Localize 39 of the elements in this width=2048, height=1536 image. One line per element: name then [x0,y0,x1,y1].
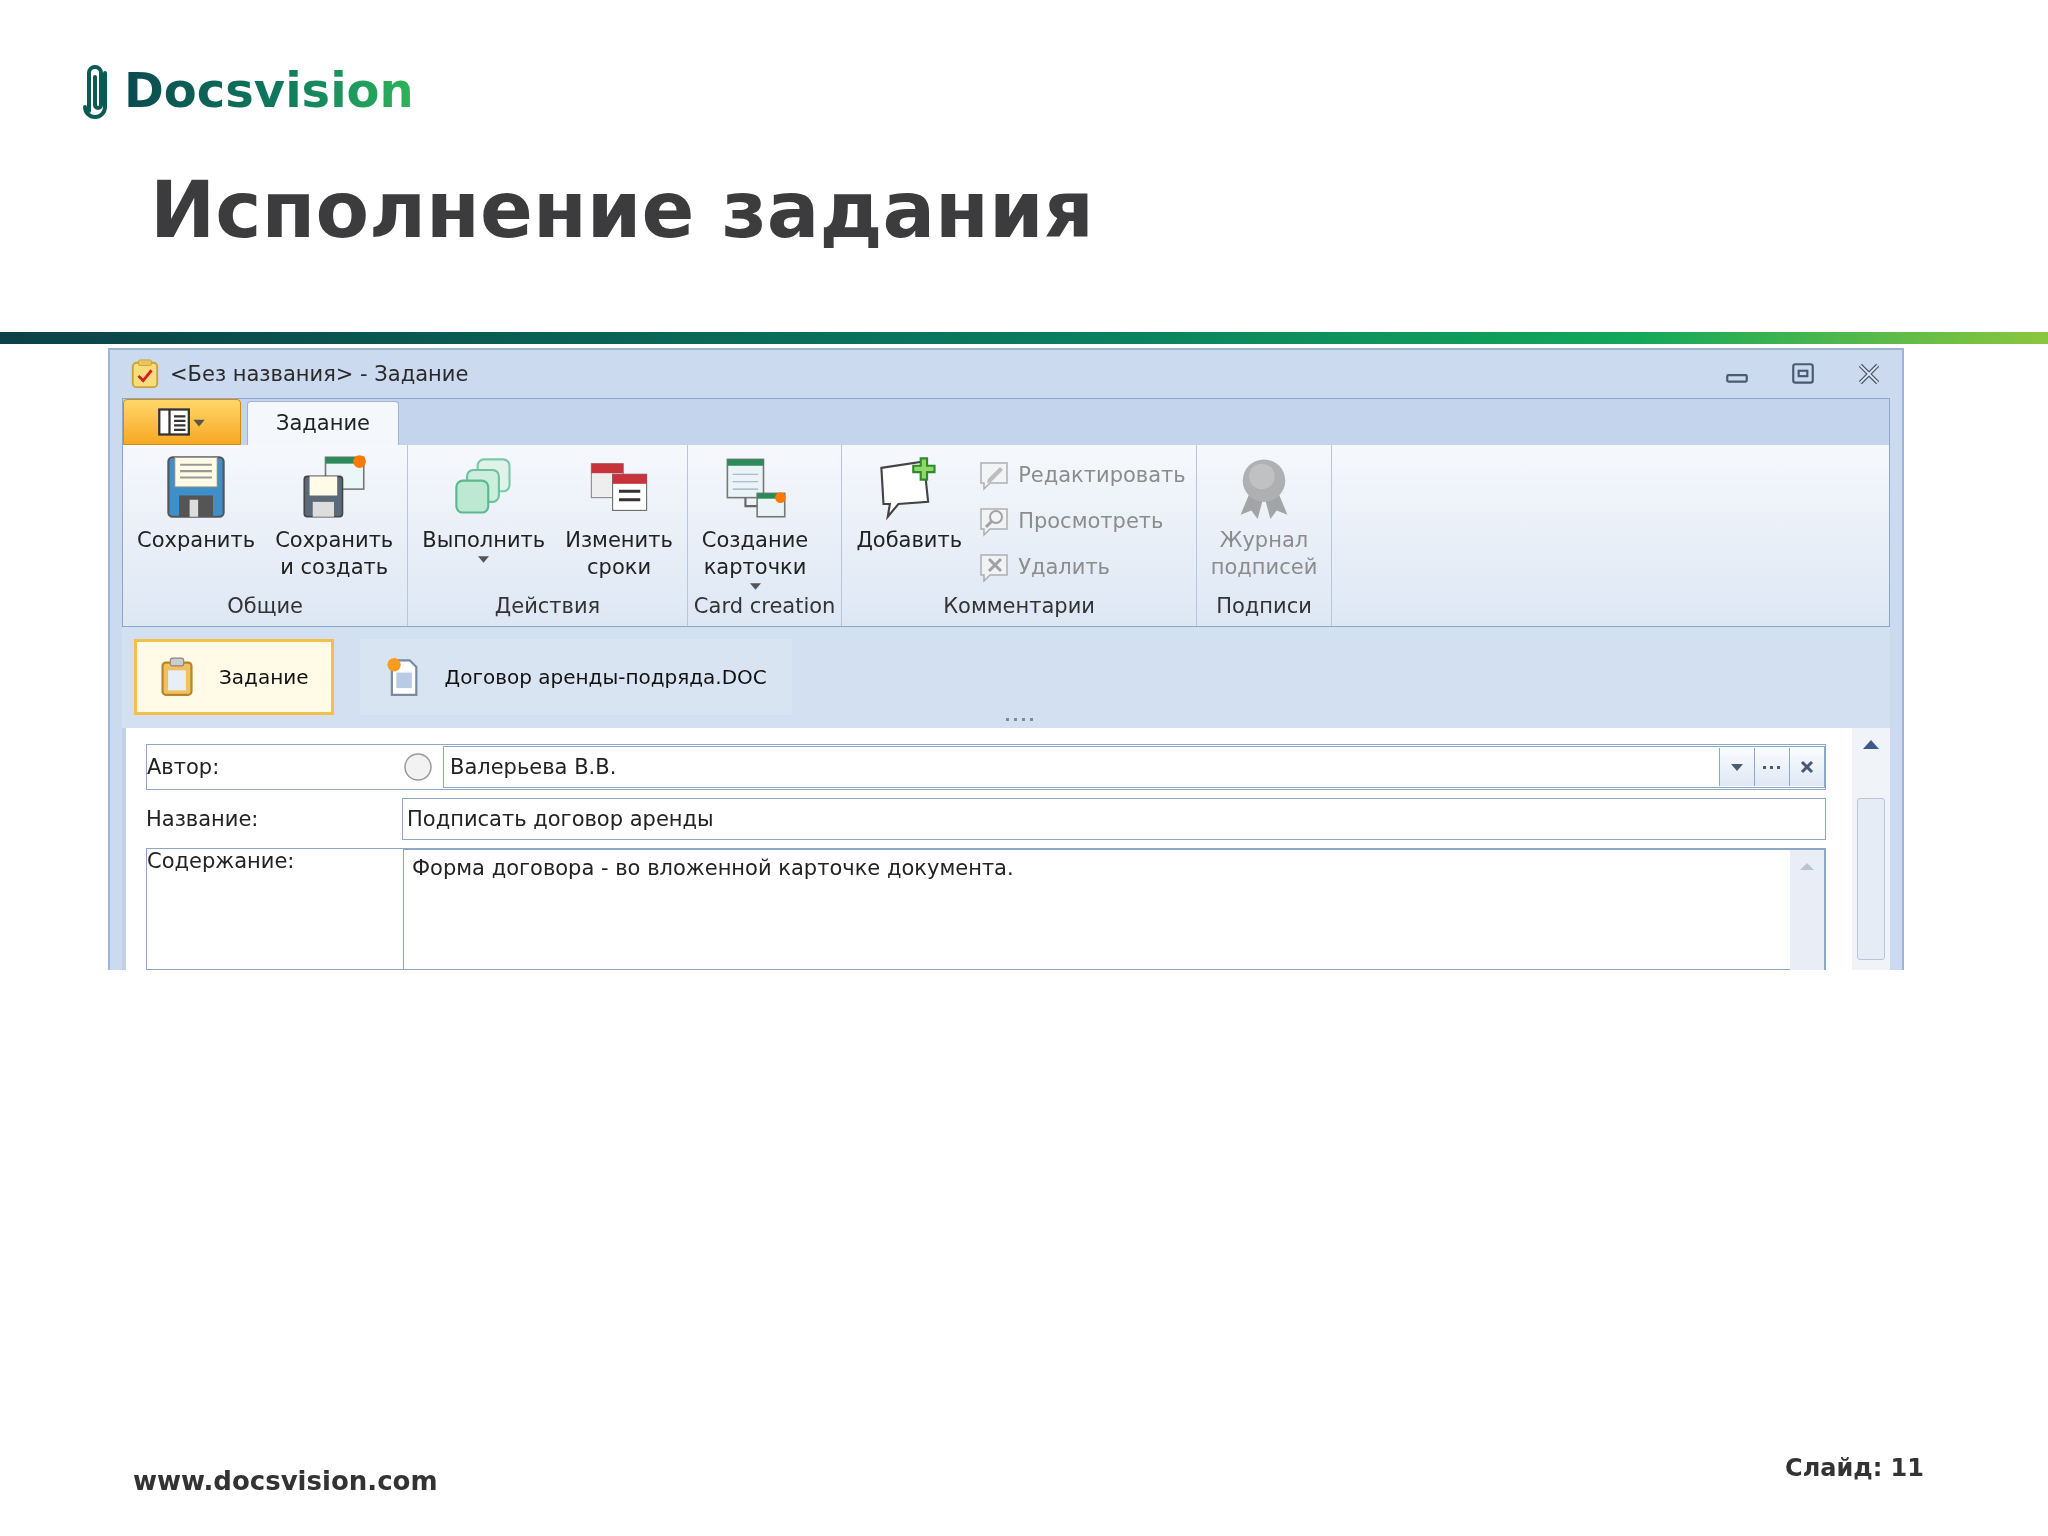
field-label: Автор: [147,755,221,779]
ribbon-button[interactable]: Добавить [848,452,971,590]
group-label: Card creation [693,592,836,620]
scrollbar[interactable] [1852,728,1890,970]
ribbon-button[interactable]: Сохранить и создать [267,452,402,590]
clear-button[interactable] [1789,748,1824,786]
clipboard-icon [159,657,195,698]
ribbon-button[interactable]: Изменить сроки [557,452,681,590]
website-url: www.docsvision.com [133,1466,438,1496]
card-tab[interactable]: Договор аренды-подряда.DOC [359,639,792,716]
title-field[interactable]: Подписать договор аренды [402,798,1826,840]
scroll-up-icon[interactable] [1861,738,1881,750]
window-title: <Без названия> - Задание [170,361,469,386]
menu-icon [157,406,207,437]
floppy-card-icon [300,452,369,521]
card-tab[interactable]: Задание [134,639,334,716]
slide-title: Исполнение задания [150,164,1095,257]
group-label: Действия [493,592,602,620]
scrollbar[interactable] [1790,850,1824,970]
group-label: Комментарии [942,592,1096,620]
ribbon-button[interactable]: Выполнить [414,452,554,590]
radio-button[interactable] [403,752,433,782]
slide-number: Слайд: 11 [1785,1454,1924,1482]
author-field[interactable]: Валерьева В.В. [443,746,1825,788]
content-field[interactable]: Форма договора - во вложенной карточке документа. [403,849,1825,970]
maximize-icon[interactable] [1790,360,1816,387]
ribbon-tab[interactable]: Задание [247,400,400,445]
ellipsis-button[interactable] [1754,748,1789,786]
scroll-thumb[interactable] [1857,798,1885,960]
task-icon [130,358,160,389]
dropdown-button[interactable] [1719,748,1754,786]
ribbon-button[interactable]: Создание карточки [693,452,817,590]
app-menu-button[interactable] [123,398,241,445]
group-label: Общие [226,592,305,620]
splitter-grip-icon[interactable] [1006,718,1034,722]
field-label: Содержание: [147,849,296,873]
ribbon-button[interactable]: Сохранить [129,452,264,590]
group-label: Подписи [1215,592,1313,620]
field-label: Название: [146,807,260,831]
